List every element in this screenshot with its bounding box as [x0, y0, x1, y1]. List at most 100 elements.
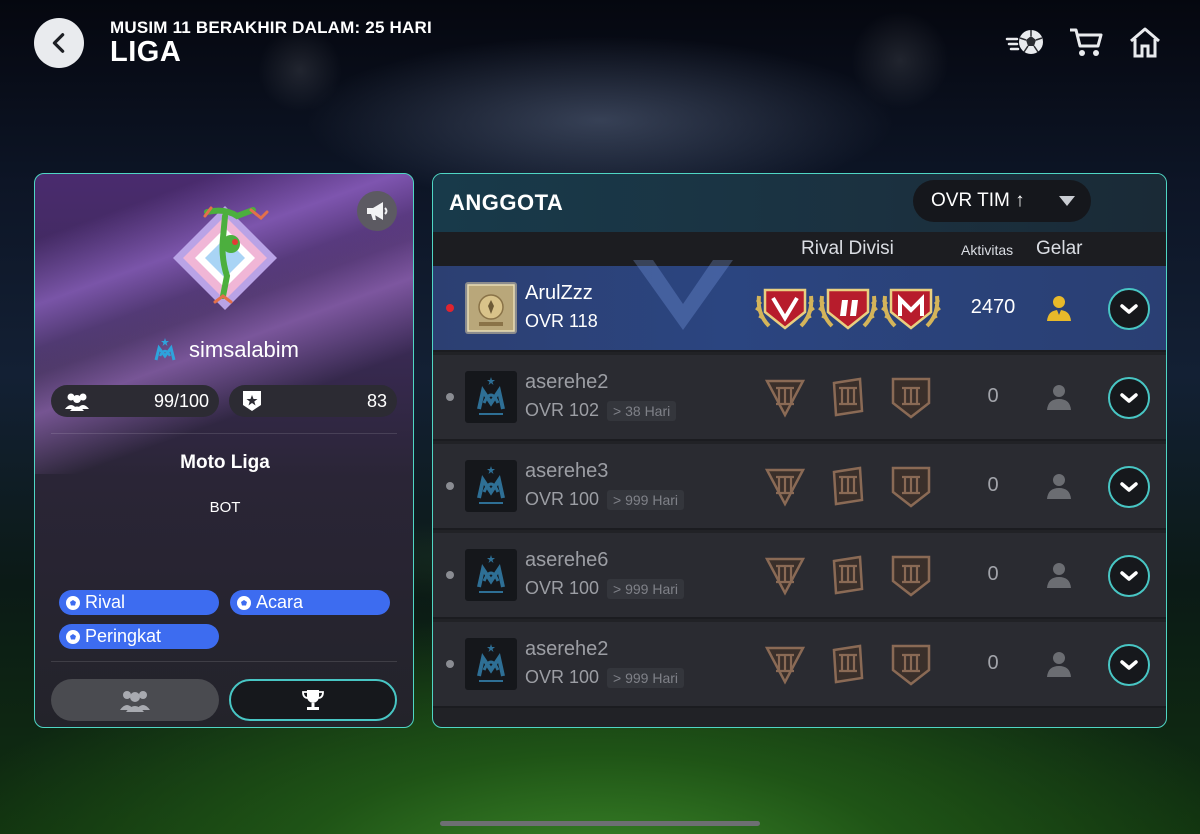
player-name: ArulZzz	[525, 282, 593, 304]
division-rival-badge-icon	[818, 640, 878, 688]
column-header-rival: Rival Divisi	[801, 238, 894, 259]
division-rival-badge-icon	[881, 551, 941, 599]
status-dot	[446, 393, 454, 401]
division-rival-badge-icon	[881, 373, 941, 421]
manager-role-icon	[1047, 296, 1071, 321]
player-avatar	[465, 638, 517, 690]
club-name-row: simsalabim	[35, 336, 413, 364]
club-rating-pill: 83	[229, 385, 397, 417]
members-panel-title: ANGGOTA	[449, 190, 564, 215]
member-count: 99/100	[153, 390, 209, 411]
player-ovr: OVR 100	[525, 489, 600, 509]
season-countdown: MUSIM 11 BERAKHIR DALAM: 25 HARI	[110, 18, 432, 37]
member-row[interactable]: aserehe2 OVR 102 > 38 Hari 0	[433, 355, 1166, 441]
status-dot	[446, 660, 454, 668]
tag-label: Rival	[85, 592, 126, 612]
division-rival-badge-icon	[755, 462, 815, 510]
activity-value: 0	[987, 563, 999, 585]
page-title: LIGA	[110, 36, 182, 68]
chevron-down-icon	[1120, 393, 1138, 403]
player-ovr: OVR 102	[525, 400, 600, 420]
home-icon	[1130, 27, 1160, 58]
division-rival-badge-icon	[818, 284, 878, 332]
division-rival-badge-icon	[881, 640, 941, 688]
division-rival-badge-icon	[881, 284, 941, 332]
football-icon	[66, 629, 80, 644]
player-ovr-line: OVR 100 > 999 Hari	[525, 489, 685, 510]
status-dot	[446, 304, 454, 312]
megaphone-icon	[367, 202, 388, 220]
member-row[interactable]: aserehe3 OVR 100 > 999 Hari 0	[433, 444, 1166, 530]
member-role-icon	[1047, 474, 1071, 499]
player-ovr-line: OVR 102 > 38 Hari	[525, 400, 677, 421]
shop-button[interactable]	[1066, 24, 1106, 60]
member-count-pill: 99/100	[51, 385, 219, 417]
activity-value: 0	[987, 652, 999, 674]
player-avatar	[465, 549, 517, 601]
expand-member-button[interactable]	[1108, 466, 1150, 508]
star-badge-icon	[243, 391, 261, 411]
division-rival-badge-icon	[818, 462, 878, 510]
player-name: aserehe6	[525, 549, 609, 571]
home-indicator	[440, 821, 760, 826]
sort-dropdown[interactable]: OVR TIM ↑	[913, 180, 1091, 222]
member-row[interactable]: ArulZzz OVR 118 2470	[433, 260, 1166, 352]
league-name: Moto Liga	[180, 452, 270, 473]
expand-member-button[interactable]	[1108, 555, 1150, 597]
member-role-icon	[1047, 563, 1071, 588]
player-avatar	[465, 282, 517, 334]
member-role-icon	[1047, 385, 1071, 410]
activity-value: 0	[987, 474, 999, 496]
chevron-down-icon	[1120, 571, 1138, 581]
division-rival-badge-icon	[818, 373, 878, 421]
player-ovr-line: OVR 100 > 999 Hari	[525, 578, 685, 599]
column-header-title: Gelar	[1036, 238, 1083, 259]
football-button[interactable]	[1005, 24, 1045, 60]
sort-label: OVR TIM ↑	[931, 190, 1025, 211]
division-rival-badge-icon	[755, 551, 815, 599]
last-seen-badge: > 999 Hari	[607, 578, 685, 599]
member-role-icon	[1047, 652, 1071, 677]
announcement-button[interactable]	[357, 191, 397, 231]
football-icon	[237, 595, 251, 610]
trophy-icon	[302, 690, 324, 710]
division-chevron-decoration	[633, 260, 733, 330]
member-row[interactable]: aserehe2 OVR 100 > 999 Hari 0	[433, 622, 1166, 708]
division-rival-badge-icon	[755, 640, 815, 688]
football-icon	[66, 595, 80, 610]
trophy-tab-button[interactable]	[229, 679, 397, 721]
player-name: aserehe3	[525, 460, 609, 482]
player-ovr: OVR 100	[525, 667, 600, 687]
chevron-down-icon	[1120, 304, 1138, 314]
division-rival-badge-icon	[818, 551, 878, 599]
player-avatar	[465, 460, 517, 512]
player-ovr: OVR 118	[525, 311, 598, 331]
expand-member-button[interactable]	[1108, 288, 1150, 330]
status-dot	[446, 571, 454, 579]
player-ovr-line: OVR 100 > 999 Hari	[525, 667, 685, 688]
club-name: simsalabim	[188, 337, 300, 362]
members-icon	[65, 393, 89, 411]
home-button[interactable]	[1125, 24, 1165, 60]
tag-peringkat: Peringkat	[59, 624, 219, 649]
division-rival-badge-icon	[881, 462, 941, 510]
player-avatar	[465, 371, 517, 423]
member-row[interactable]: aserehe6 OVR 100 > 999 Hari 0	[433, 533, 1166, 619]
back-arrow-icon	[52, 33, 65, 53]
last-seen-badge: > 38 Hari	[607, 400, 677, 421]
activity-value: 0	[987, 385, 999, 407]
tag-label: Peringkat	[85, 626, 162, 646]
club-info-panel: simsalabim 99/100 83 Moto Liga BOT Rival…	[34, 173, 414, 728]
tag-label: Acara	[256, 592, 304, 612]
player-name: aserehe2	[525, 371, 609, 393]
football-icon	[1005, 30, 1043, 54]
back-button[interactable]	[34, 18, 84, 68]
members-tab-button[interactable]	[51, 679, 219, 721]
expand-member-button[interactable]	[1108, 377, 1150, 419]
player-ovr-line: OVR 118	[525, 311, 598, 332]
last-seen-badge: > 999 Hari	[607, 667, 685, 688]
expand-member-button[interactable]	[1108, 644, 1150, 686]
members-panel-header: ANGGOTA OVR TIM ↑	[433, 174, 1166, 232]
club-crest-image	[173, 206, 277, 310]
chevron-down-icon	[1120, 482, 1138, 492]
